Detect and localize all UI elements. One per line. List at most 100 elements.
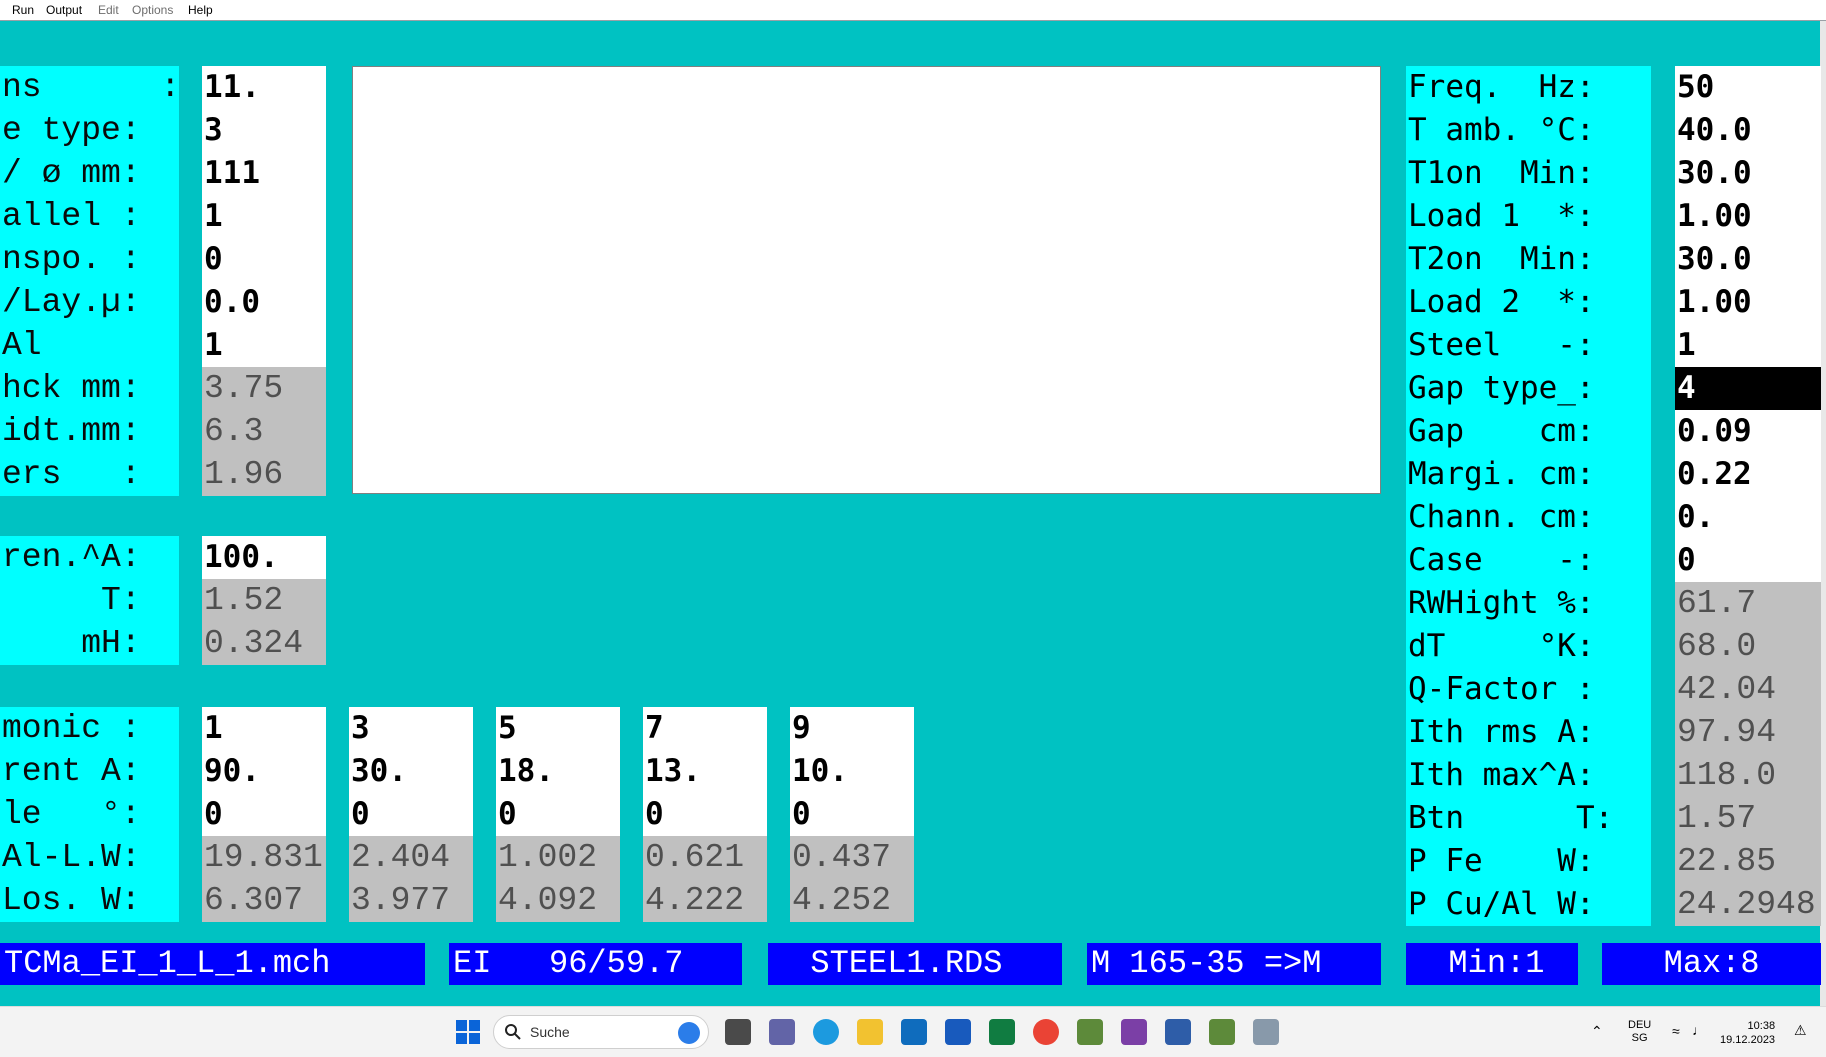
menu-options[interactable]: Options [132, 3, 173, 17]
right-param-computed: 42.04 [1675, 668, 1821, 711]
drawing-area[interactable] [352, 66, 1381, 494]
file-explorer-icon[interactable] [857, 1019, 883, 1045]
harmonic-current[interactable]: 30. [349, 750, 473, 793]
a-app-icon[interactable] [1165, 1019, 1191, 1045]
left-param-label: nspo. : [0, 238, 179, 281]
chrome-icon[interactable] [1033, 1019, 1059, 1045]
harmonic-order[interactable]: 7 [643, 707, 767, 750]
left-param-value[interactable]: 1 [202, 195, 326, 238]
right-param-value[interactable]: 50 [1675, 66, 1821, 109]
harmonic-order[interactable]: 1 [202, 707, 326, 750]
right-param-value[interactable]: 0.22 [1675, 453, 1821, 496]
menu-run[interactable]: Run [12, 3, 34, 17]
left-param-value[interactable]: 1 [202, 324, 326, 367]
harmonic-row-label: monic : [0, 707, 179, 750]
harmonic-angle[interactable]: 0 [790, 793, 914, 836]
keyboard-language[interactable]: DEU SG [1628, 1019, 1651, 1045]
visual-studio-icon[interactable] [1121, 1019, 1147, 1045]
teams-icon[interactable] [769, 1019, 795, 1045]
right-param-value[interactable]: 40.0 [1675, 109, 1821, 152]
right-param-computed: 22.85 [1675, 840, 1821, 883]
active-app-icon[interactable] [1253, 1019, 1279, 1045]
left-param-label: ers : [0, 453, 179, 496]
gap-type-field-selected[interactable]: 4 [1675, 367, 1821, 410]
harmonic-angle[interactable]: 0 [202, 793, 326, 836]
menu-output[interactable]: Output [46, 3, 82, 17]
left-param-computed: 3.75 [202, 367, 326, 410]
menu-edit[interactable]: Edit [98, 3, 119, 17]
clock-date: 19.12.2023 [1720, 1034, 1776, 1046]
clock-time: 10:38 [1747, 1020, 1776, 1032]
edge-icon[interactable] [813, 1019, 839, 1045]
right-param-value[interactable]: 0. [1675, 496, 1821, 539]
notification-bell-icon[interactable]: ⚠ [1794, 1022, 1807, 1039]
right-param-label: Case -: [1406, 539, 1651, 582]
chevron-up-icon[interactable]: ⌃ [1591, 1023, 1603, 1040]
volume-icon[interactable]: ♩ [1692, 1022, 1706, 1038]
harmonic-loss: 4.092 [496, 879, 620, 922]
right-param-label: Steel -: [1406, 324, 1651, 367]
right-param-label: Btn T: [1406, 797, 1651, 840]
induction-label: T: [0, 579, 179, 622]
harmonic-current[interactable]: 13. [643, 750, 767, 793]
harmonic-order[interactable]: 3 [349, 707, 473, 750]
right-param-label: Ith rms A: [1406, 711, 1651, 754]
left-param-value[interactable]: 3 [202, 109, 326, 152]
harmonic-order[interactable]: 5 [496, 707, 620, 750]
harmonic-al-loss: 2.404 [349, 836, 473, 879]
word-icon[interactable] [945, 1019, 971, 1045]
left-param-value[interactable]: 0.0 [202, 281, 326, 324]
right-param-value[interactable]: 1.00 [1675, 195, 1821, 238]
right-param-label: Ith max^A: [1406, 754, 1651, 797]
right-param-label: dT °K: [1406, 625, 1651, 668]
excel-icon[interactable] [989, 1019, 1015, 1045]
outlook-icon[interactable] [901, 1019, 927, 1045]
search-placeholder: Suche [530, 1024, 570, 1040]
status-steel-grade: M 165-35 =>M [1087, 943, 1381, 985]
menu-help[interactable]: Help [188, 3, 213, 17]
left-param-value[interactable]: 11. [202, 66, 326, 109]
harmonic-angle[interactable]: 0 [496, 793, 620, 836]
harmonic-order[interactable]: 9 [790, 707, 914, 750]
search-icon [504, 1023, 522, 1046]
left-param-value[interactable]: 111 [202, 152, 326, 195]
right-param-label: Freq. Hz: [1406, 66, 1651, 109]
wifi-icon[interactable]: ≈ [1672, 1023, 1680, 1039]
harmonic-current[interactable]: 10. [790, 750, 914, 793]
windows-start-icon[interactable] [455, 1019, 481, 1045]
harmonic-loss: 4.222 [643, 879, 767, 922]
right-param-value[interactable]: 0 [1675, 539, 1821, 582]
right-param-value[interactable]: 30.0 [1675, 152, 1821, 195]
system-clock[interactable]: 10:38 19.12.2023 [1720, 1019, 1775, 1047]
z-app-icon[interactable] [1077, 1019, 1103, 1045]
z-app-icon-2[interactable] [1209, 1019, 1235, 1045]
right-param-label: T amb. °C: [1406, 109, 1651, 152]
taskbar-search-box[interactable]: Suche [493, 1015, 709, 1049]
menu-bar: Run Output Edit Options Help [0, 0, 1826, 21]
task-view-icon[interactable] [725, 1019, 751, 1045]
right-param-label: Margi. cm: [1406, 453, 1651, 496]
right-param-computed: 1.57 [1675, 797, 1821, 840]
right-param-value[interactable]: 1.00 [1675, 281, 1821, 324]
windows-taskbar: Suche ⌃ DEU SG ≈ ♩ 10:38 19.12.2023 ⚠ [0, 1006, 1826, 1057]
right-param-value[interactable]: 1 [1675, 324, 1821, 367]
left-param-label: idt.mm: [0, 410, 179, 453]
current-value[interactable]: 100. [202, 536, 326, 579]
status-file: TCMa_EI_1_L_1.mch [0, 943, 425, 985]
harmonic-current[interactable]: 90. [202, 750, 326, 793]
left-param-value[interactable]: 0 [202, 238, 326, 281]
inductance-label: mH: [0, 622, 179, 665]
harmonic-angle[interactable]: 0 [349, 793, 473, 836]
region-code: SG [1631, 1032, 1648, 1044]
status-core: EI 96/59.7 [449, 943, 742, 985]
harmonic-current[interactable]: 18. [496, 750, 620, 793]
right-param-label: RWHight %: [1406, 582, 1651, 625]
left-param-label: ns : [0, 66, 179, 109]
right-param-value[interactable]: 30.0 [1675, 238, 1821, 281]
bing-icon[interactable] [678, 1022, 700, 1044]
harmonic-loss: 4.252 [790, 879, 914, 922]
harmonic-angle[interactable]: 0 [643, 793, 767, 836]
right-param-computed: 97.94 [1675, 711, 1821, 754]
right-param-label: Load 1 *: [1406, 195, 1651, 238]
right-param-value[interactable]: 0.09 [1675, 410, 1821, 453]
